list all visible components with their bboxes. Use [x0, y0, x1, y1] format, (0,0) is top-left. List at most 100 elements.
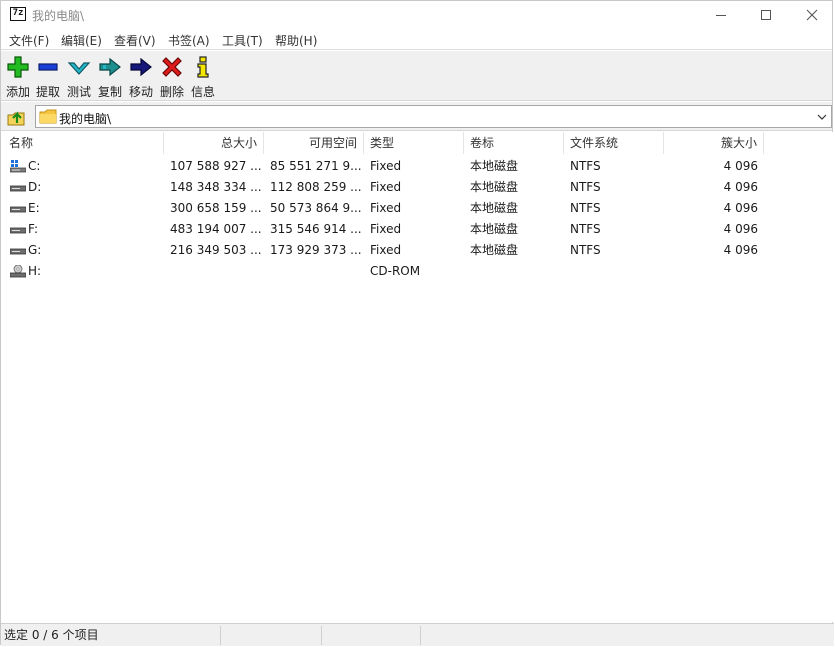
label-cell: 本地磁盘: [470, 180, 519, 194]
add-button[interactable]: 添加: [4, 53, 32, 99]
free-space-cell: 112 808 259 ...: [270, 180, 362, 194]
column-free-space[interactable]: 可用空间: [264, 132, 364, 154]
chevron-down-icon[interactable]: [817, 112, 827, 122]
copy-arrow-icon: [99, 57, 121, 77]
hard-drive-icon: [10, 227, 26, 234]
system-drive-icon: [10, 160, 26, 173]
file-system-cell: NTFS: [570, 180, 601, 194]
free-space-cell: 85 551 271 9...: [270, 159, 362, 173]
file-system-cell: NTFS: [570, 222, 601, 236]
file-system-cell: NTFS: [570, 243, 601, 257]
drive-name-cell: C:: [3, 156, 164, 177]
menu-bar: 文件(F) 编辑(E) 查看(V) 书签(A) 工具(T) 帮助(H): [1, 29, 832, 50]
menu-bookmarks[interactable]: 书签(A): [168, 32, 210, 49]
info-icon: [197, 56, 209, 78]
drive-name: D:: [28, 180, 42, 194]
drive-name: C:: [28, 159, 41, 173]
table-row[interactable]: H: CD-ROM: [1, 261, 834, 282]
extract-label: 提取: [35, 85, 60, 99]
menu-tools[interactable]: 工具(T): [222, 32, 263, 49]
column-cluster-size[interactable]: 簇大小: [664, 132, 764, 154]
free-space-cell: 173 929 373 ...: [270, 243, 362, 257]
minimize-button[interactable]: [698, 1, 744, 29]
label-cell: 本地磁盘: [470, 159, 519, 173]
table-row[interactable]: G: 216 349 503 ... 173 929 373 ... Fixed…: [1, 240, 834, 261]
type-cell: CD-ROM: [370, 264, 421, 278]
status-bar: 选定 0 / 6 个项目: [1, 623, 834, 646]
move-label: 移动: [128, 85, 153, 99]
drive-name: G:: [28, 243, 42, 257]
move-arrow-icon: [130, 57, 152, 77]
column-type[interactable]: 类型: [364, 132, 464, 154]
maximize-button[interactable]: [743, 1, 789, 29]
test-label: 测试: [66, 85, 91, 99]
cluster-size-cell: [664, 261, 764, 282]
menu-edit[interactable]: 编辑(E): [61, 32, 102, 49]
extract-button[interactable]: 提取: [34, 53, 62, 99]
info-button[interactable]: 信息: [189, 53, 217, 99]
move-button[interactable]: 移动: [127, 53, 155, 99]
free-space-cell: 315 546 914 ...: [270, 222, 362, 236]
table-row[interactable]: E: 300 658 159 ... 50 573 864 9... Fixed…: [1, 198, 834, 219]
status-size: [222, 626, 322, 645]
drive-name: H:: [28, 264, 42, 278]
cluster-size-cell: 4 096: [723, 243, 758, 257]
plus-icon: [7, 56, 29, 78]
label-cell: 本地磁盘: [470, 243, 519, 257]
total-size-cell: 148 348 334 ...: [170, 180, 262, 194]
add-label: 添加: [5, 85, 30, 99]
table-row[interactable]: C: 107 588 927 ... 85 551 271 9... Fixed…: [1, 156, 834, 177]
drive-name: E:: [28, 201, 40, 215]
cd-drive-icon: [10, 265, 26, 278]
label-cell: [464, 261, 564, 282]
copy-label: 复制: [97, 85, 122, 99]
hard-drive-icon: [10, 206, 26, 213]
label-cell: 本地磁盘: [470, 201, 519, 215]
copy-button[interactable]: 复制: [96, 53, 124, 99]
column-label[interactable]: 卷标: [464, 132, 564, 154]
total-size-cell: 483 194 007 ...: [170, 222, 262, 236]
type-cell: Fixed: [370, 222, 402, 236]
hard-drive-icon: [10, 185, 26, 192]
table-row[interactable]: F: 483 194 007 ... 315 546 914 ... Fixed…: [1, 219, 834, 240]
drive-name-cell: D:: [3, 177, 164, 198]
column-name[interactable]: 名称: [3, 132, 164, 154]
title-bar: 7z 我的电脑\: [1, 1, 832, 29]
hard-drive-icon: [10, 248, 26, 255]
up-folder-icon: [7, 111, 25, 126]
menu-file[interactable]: 文件(F): [9, 32, 49, 49]
column-file-system[interactable]: 文件系统: [564, 132, 664, 154]
total-size-cell: 107 588 927 ...: [170, 159, 262, 173]
menu-help[interactable]: 帮助(H): [275, 32, 317, 49]
total-size-cell: [164, 261, 264, 282]
window-title: 我的电脑\: [32, 9, 85, 23]
drive-name: F:: [28, 222, 39, 236]
column-total-size[interactable]: 总大小: [164, 132, 264, 154]
toolbar: 添加 提取 测试 复制 移动 删除 信息: [1, 51, 832, 101]
type-cell: Fixed: [370, 159, 402, 173]
drive-name-cell: E:: [3, 198, 164, 219]
minus-icon: [38, 63, 58, 71]
drive-name-cell: F:: [3, 219, 164, 240]
total-size-cell: 216 349 503 ...: [170, 243, 262, 257]
menu-view[interactable]: 查看(V): [114, 32, 156, 49]
delete-label: 删除: [159, 85, 184, 99]
label-cell: 本地磁盘: [470, 222, 519, 236]
up-folder-button[interactable]: [4, 105, 30, 128]
cluster-size-cell: 4 096: [723, 222, 758, 236]
status-packed: [323, 626, 421, 645]
address-combobox[interactable]: 我的电脑\: [35, 105, 832, 128]
app-logo-icon: 7z: [10, 7, 26, 21]
free-space-cell: 50 573 864 9...: [270, 201, 362, 215]
table-row[interactable]: D: 148 348 334 ... 112 808 259 ... Fixed…: [1, 177, 834, 198]
type-cell: Fixed: [370, 180, 402, 194]
total-size-cell: 300 658 159 ...: [170, 201, 262, 215]
maximize-icon: [761, 10, 771, 20]
status-selection: 选定 0 / 6 个项目: [1, 626, 221, 645]
delete-button[interactable]: 删除: [158, 53, 186, 99]
info-label: 信息: [190, 85, 215, 99]
cluster-size-cell: 4 096: [723, 159, 758, 173]
test-button[interactable]: 测试: [65, 53, 93, 99]
close-button[interactable]: [789, 1, 835, 29]
drive-list: 名称 总大小 可用空间 类型 卷标 文件系统 簇大小 C: 107 588 92…: [1, 132, 834, 622]
